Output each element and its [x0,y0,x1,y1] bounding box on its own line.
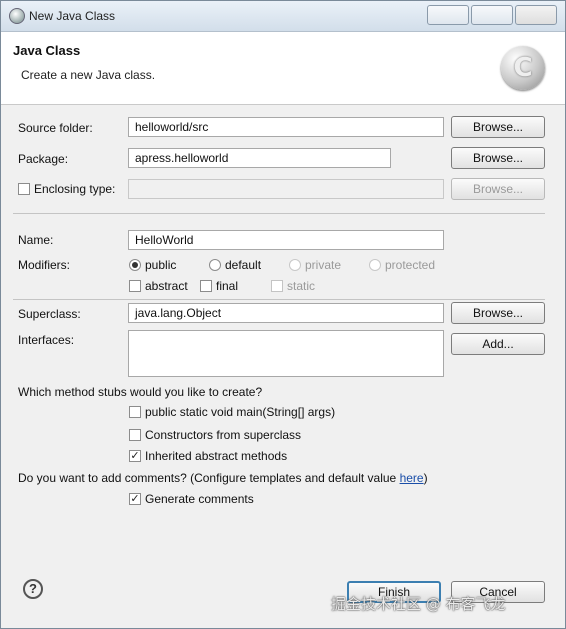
protected-radio-label: protected [385,258,436,272]
window-title: New Java Class [29,9,116,23]
source-folder-browse-button[interactable]: Browse... [451,116,545,138]
inherited-abstract-methods-label: Inherited abstract methods [145,449,288,463]
title-bar: New Java Class [1,1,565,32]
class-name-input[interactable]: HelloWorld [128,230,444,250]
comments-question-end: ) [423,471,428,485]
abstract-checkbox-label: abstract [145,279,188,293]
name-label: Name: [18,233,54,247]
package-label: Package: [18,152,69,166]
modifiers-label: Modifiers: [18,258,71,272]
window-controls [427,5,557,25]
header-title: Java Class [13,43,81,58]
static-checkbox [271,280,283,292]
default-radio-label: default [225,258,262,272]
minimize-button[interactable] [427,5,469,25]
close-button[interactable] [515,5,557,25]
enclosing-type-input [128,179,444,199]
final-checkbox-label: final [216,279,239,293]
private-radio [289,259,301,271]
superclass-input[interactable]: java.lang.Object [128,303,444,323]
public-radio[interactable] [129,259,141,271]
main-method-checkbox[interactable] [129,406,141,418]
new-java-class-dialog: New Java Class Java Class Create a new J… [0,0,566,629]
eclipse-app-icon [9,8,25,24]
protected-radio [369,259,381,271]
constructors-label: Constructors from superclass [145,428,302,442]
source-folder-label: Source folder: [18,121,93,135]
java-class-wizard-icon [501,46,545,90]
enclosing-type-label: Enclosing type: [34,182,116,196]
enclosing-type-checkbox[interactable] [18,183,30,195]
abstract-checkbox[interactable] [129,280,141,292]
help-icon[interactable]: ? [23,579,43,599]
generate-comments-checkbox[interactable]: ✓ [129,493,141,505]
static-checkbox-label: static [287,279,316,293]
superclass-browse-button[interactable]: Browse... [451,302,545,324]
method-stubs-question: Which method stubs would you like to cre… [18,385,263,399]
watermark: 掘金技术社区 @ 布客飞龙 [331,595,506,613]
interfaces-list[interactable] [128,330,444,377]
dialog-header: Java Class Create a new Java class. [1,32,565,105]
final-checkbox[interactable] [200,280,212,292]
maximize-button[interactable] [471,5,513,25]
generate-comments-label: Generate comments [145,492,254,506]
source-folder-input[interactable]: helloworld/src [128,117,444,137]
constructors-checkbox[interactable] [129,429,141,441]
default-radio[interactable] [209,259,221,271]
interfaces-label: Interfaces: [18,333,75,347]
header-description: Create a new Java class. [21,68,156,82]
private-radio-label: private [305,258,342,272]
separator [13,299,545,300]
main-method-label: public static void main(String[] args) [145,405,336,419]
package-browse-button[interactable]: Browse... [451,147,545,169]
configure-templates-link[interactable]: here [400,471,424,485]
package-input[interactable]: apress.helloworld [128,148,391,168]
comments-question-text: Do you want to add comments? (Configure … [18,471,400,485]
inherited-abstract-methods-checkbox[interactable]: ✓ [129,450,141,462]
public-radio-label: public [145,258,177,272]
comments-question: Do you want to add comments? (Configure … [18,471,428,485]
enclosing-type-browse-button: Browse... [451,178,545,200]
add-interface-button[interactable]: Add... [451,333,545,355]
superclass-label: Superclass: [18,307,81,321]
separator [13,213,545,214]
